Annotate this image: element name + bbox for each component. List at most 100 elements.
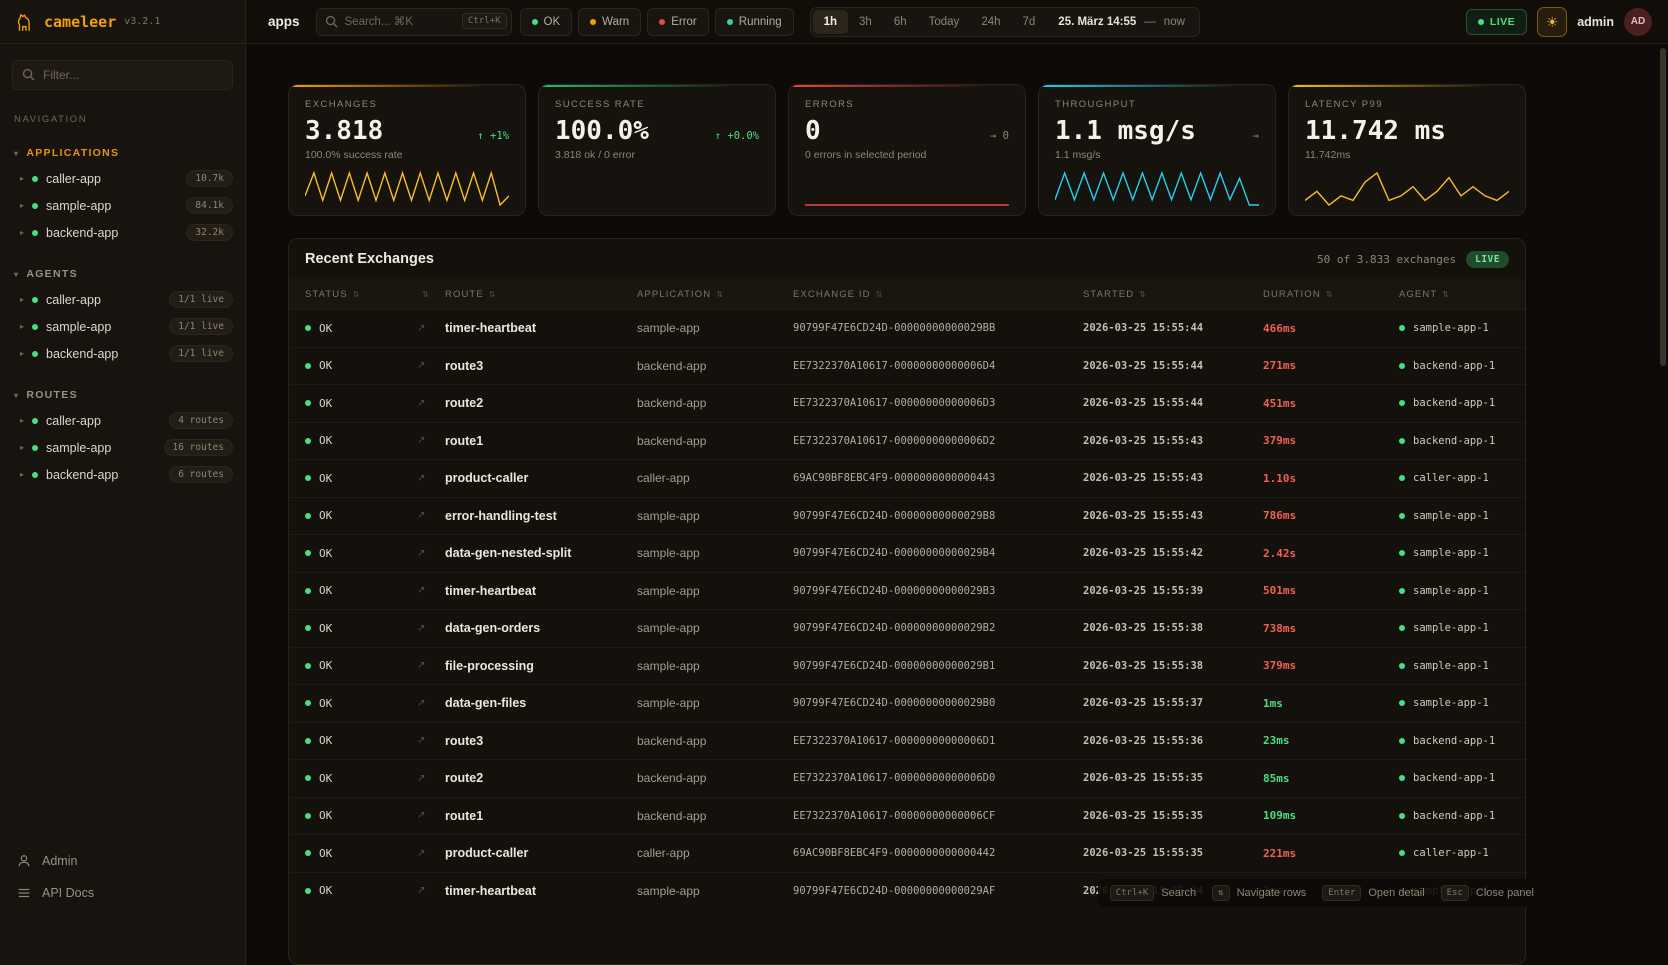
table-row[interactable]: OK ↗ file-processing sample-app 90799F47… [289, 647, 1525, 685]
status-cell: OK [305, 434, 417, 447]
table-row[interactable]: OK ↗ route2 backend-app EE7322370A10617-… [289, 759, 1525, 797]
column-header-application[interactable]: APPLICATION ⇅ [637, 289, 793, 300]
status-dot [305, 475, 311, 481]
sidebar-item-agents-caller-app[interactable]: ▸ caller-app 1/1 live [0, 286, 245, 313]
avatar[interactable]: AD [1624, 8, 1652, 36]
column-header-status[interactable]: STATUS ⇅ [305, 289, 417, 300]
open-detail-icon[interactable]: ↗ [417, 510, 445, 521]
filter-chip-ok[interactable]: OK [520, 8, 573, 36]
sidebar-item-applications-backend-app[interactable]: ▸ backend-app 32.2k [0, 219, 245, 246]
started-cell: 2026-03-25 15:55:44 [1083, 322, 1263, 334]
table-row[interactable]: OK ↗ route3 backend-app EE7322370A10617-… [289, 347, 1525, 385]
status-dot [305, 700, 311, 706]
open-detail-icon[interactable]: ↗ [417, 660, 445, 671]
sort-icon: ⇅ [876, 290, 884, 299]
route-cell: product-caller [445, 846, 637, 860]
open-detail-icon[interactable]: ↗ [417, 735, 445, 746]
sidebar-item-applications-caller-app[interactable]: ▸ caller-app 10.7k [0, 165, 245, 192]
time-range-today[interactable]: Today [918, 10, 971, 34]
table-row[interactable]: OK ↗ timer-heartbeat sample-app 90799F47… [289, 309, 1525, 347]
open-detail-icon[interactable]: ↗ [417, 848, 445, 859]
filter-chip-warn[interactable]: Warn [578, 8, 641, 36]
open-detail-icon[interactable]: ↗ [417, 698, 445, 709]
status-dot [305, 400, 311, 406]
filter-chip-error[interactable]: Error [647, 8, 709, 36]
agent-name: sample-app-1 [1413, 660, 1489, 672]
sidebar-footer-admin[interactable]: Admin [0, 845, 245, 877]
kbd-arrows-icon: ⇅ [1212, 885, 1229, 901]
time-range-buttons: 1h3h6hToday24h7d [813, 10, 1047, 34]
table-row[interactable]: OK ↗ route3 backend-app EE7322370A10617-… [289, 722, 1525, 760]
section-header[interactable]: ▾ APPLICATIONS [0, 141, 245, 165]
time-range-1h[interactable]: 1h [813, 10, 848, 34]
card-trend: → 0 [990, 130, 1009, 142]
status-text: OK [319, 434, 332, 447]
time-range-7d[interactable]: 7d [1012, 10, 1047, 34]
table-row[interactable]: OK ↗ error-handling-test sample-app 9079… [289, 497, 1525, 535]
open-detail-icon[interactable]: ↗ [417, 548, 445, 559]
open-detail-icon[interactable]: ↗ [417, 360, 445, 371]
item-label: sample-app [46, 320, 111, 334]
section-header[interactable]: ▾ ROUTES [0, 383, 245, 407]
time-range-3h[interactable]: 3h [848, 10, 883, 34]
table-row[interactable]: OK ↗ product-caller caller-app 69AC90BF8… [289, 459, 1525, 497]
sidebar-item-routes-backend-app[interactable]: ▸ backend-app 6 routes [0, 461, 245, 488]
table-row[interactable]: OK ↗ product-caller caller-app 69AC90BF8… [289, 834, 1525, 872]
agent-dot [1399, 438, 1405, 444]
footer-item-label: API Docs [42, 886, 94, 900]
open-detail-icon[interactable]: ↗ [417, 773, 445, 784]
sidebar-item-applications-sample-app[interactable]: ▸ sample-app 84.1k [0, 192, 245, 219]
sidebar-item-agents-backend-app[interactable]: ▸ backend-app 1/1 live [0, 340, 245, 367]
card-value: 100.0% [555, 116, 649, 146]
sidebar-item-agents-sample-app[interactable]: ▸ sample-app 1/1 live [0, 313, 245, 340]
column-label: DURATION [1263, 289, 1321, 300]
table-row[interactable]: OK ↗ route2 backend-app EE7322370A10617-… [289, 384, 1525, 422]
open-detail-icon[interactable]: ↗ [417, 885, 445, 896]
table-row[interactable]: OK ↗ data-gen-nested-split sample-app 90… [289, 534, 1525, 572]
column-header-started[interactable]: STARTED ⇅ [1083, 289, 1263, 300]
card-sparkline [555, 168, 759, 208]
time-range-6h[interactable]: 6h [883, 10, 918, 34]
column-header-route[interactable]: ROUTE ⇅ [445, 289, 637, 300]
sidebar-footer-api-docs[interactable]: API Docs [0, 877, 245, 909]
sidebar-item-routes-caller-app[interactable]: ▸ caller-app 4 routes [0, 407, 245, 434]
table-row[interactable]: OK ↗ route1 backend-app EE7322370A10617-… [289, 422, 1525, 460]
table-live-badge: LIVE [1466, 251, 1509, 268]
open-detail-icon[interactable]: ↗ [417, 398, 445, 409]
open-detail-icon[interactable]: ↗ [417, 473, 445, 484]
status-text: OK [319, 359, 332, 372]
column-header-open[interactable]: ⇅ [417, 290, 445, 299]
section-items: ▸ caller-app 10.7k ▸ sample-app 84.1k ▸ … [0, 165, 245, 246]
live-toggle[interactable]: LIVE [1466, 9, 1527, 35]
status-dot [590, 19, 596, 25]
open-detail-icon[interactable]: ↗ [417, 435, 445, 446]
time-range-24h[interactable]: 24h [970, 10, 1011, 34]
table-row[interactable]: OK ↗ route1 backend-app EE7322370A10617-… [289, 797, 1525, 835]
filter-chip-running[interactable]: Running [715, 8, 794, 36]
open-detail-icon[interactable]: ↗ [417, 810, 445, 821]
table-row[interactable]: OK ↗ data-gen-orders sample-app 90799F47… [289, 609, 1525, 647]
open-detail-icon[interactable]: ↗ [417, 585, 445, 596]
chevron-right-icon: ▸ [20, 443, 24, 452]
vertical-scrollbar[interactable] [1660, 48, 1666, 366]
section-header[interactable]: ▾ AGENTS [0, 262, 245, 286]
application-cell: backend-app [637, 809, 793, 823]
open-detail-icon[interactable]: ↗ [417, 323, 445, 334]
status-dot [32, 418, 38, 424]
theme-toggle-button[interactable]: ☀ [1537, 7, 1567, 37]
status-dot [305, 738, 311, 744]
sidebar-item-routes-sample-app[interactable]: ▸ sample-app 16 routes [0, 434, 245, 461]
column-header-exchange-id[interactable]: EXCHANGE ID ⇅ [793, 289, 1083, 300]
sidebar-filter-input[interactable] [12, 60, 233, 90]
card-sparkline [805, 168, 1009, 208]
item-badge: 16 routes [164, 439, 233, 456]
app-logo[interactable]: cameleer v3.2.1 [0, 0, 245, 44]
main-content: EXCHANGES 3.818 ↑ +1% 100.0% success rat… [246, 44, 1668, 965]
table-row[interactable]: OK ↗ data-gen-files sample-app 90799F47E… [289, 684, 1525, 722]
open-detail-icon[interactable]: ↗ [417, 623, 445, 634]
column-header-duration[interactable]: DURATION ⇅ [1263, 289, 1399, 300]
status-dot [305, 588, 311, 594]
table-row[interactable]: OK ↗ timer-heartbeat sample-app 90799F47… [289, 572, 1525, 610]
route-cell: route1 [445, 434, 637, 448]
column-header-agent[interactable]: AGENT ⇅ [1399, 289, 1509, 300]
